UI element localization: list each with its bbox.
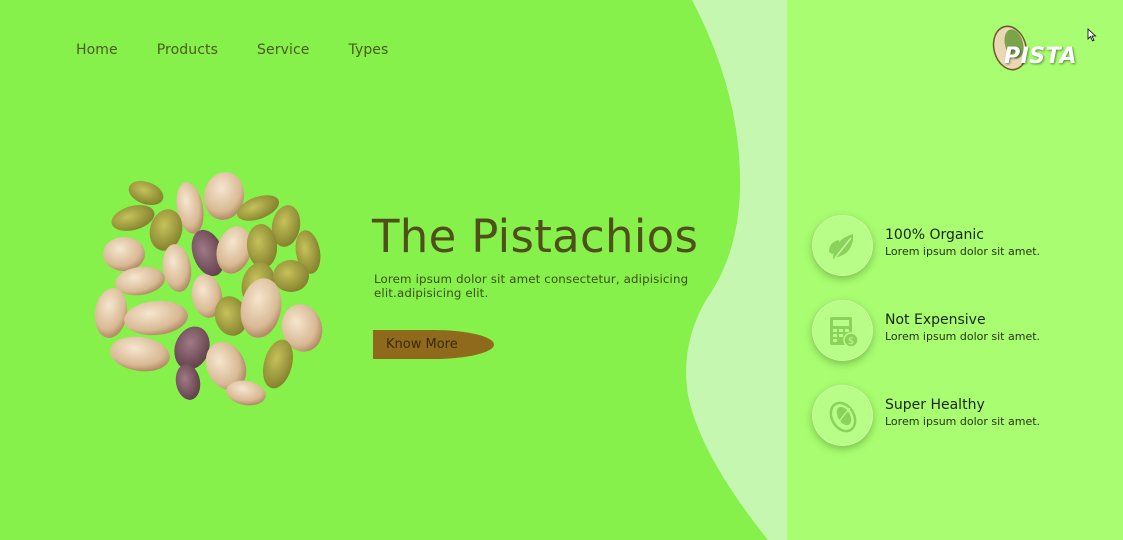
know-more-button[interactable]: Know More [373,330,494,359]
hero-title: The Pistachios [372,210,699,263]
leaf-icon [812,215,873,276]
feature-expensive: $ Not Expensive Lorem ipsum dolor sit am… [812,300,1112,362]
pistachio-icon [812,385,873,446]
feature-title: 100% Organic [885,227,984,243]
feature-title: Super Healthy [885,397,985,413]
calculator-dollar-icon: $ [812,300,873,361]
svg-text:$: $ [847,336,853,347]
brand-logo[interactable]: PISTA [988,22,1076,78]
hero-description: Lorem ipsum dolor sit amet consectetur, … [374,272,689,300]
feature-desc: Lorem ipsum dolor sit amet. [885,245,1041,258]
mouse-cursor-icon [1087,28,1097,42]
pistachio-pile-image [94,172,323,406]
feature-desc: Lorem ipsum dolor sit amet. [885,415,1041,428]
main-nav: Home Products Service Types [76,42,427,58]
feature-title: Not Expensive [885,312,986,328]
feature-desc: Lorem ipsum dolor sit amet. [885,330,1041,343]
nav-types[interactable]: Types [348,42,388,58]
feature-healthy: Super Healthy Lorem ipsum dolor sit amet… [812,385,1112,447]
logo-text: PISTA [1004,44,1077,69]
feature-organic: 100% Organic Lorem ipsum dolor sit amet. [812,215,1112,277]
nav-home[interactable]: Home [76,42,118,58]
nav-products[interactable]: Products [157,42,218,58]
nav-service[interactable]: Service [257,42,309,58]
